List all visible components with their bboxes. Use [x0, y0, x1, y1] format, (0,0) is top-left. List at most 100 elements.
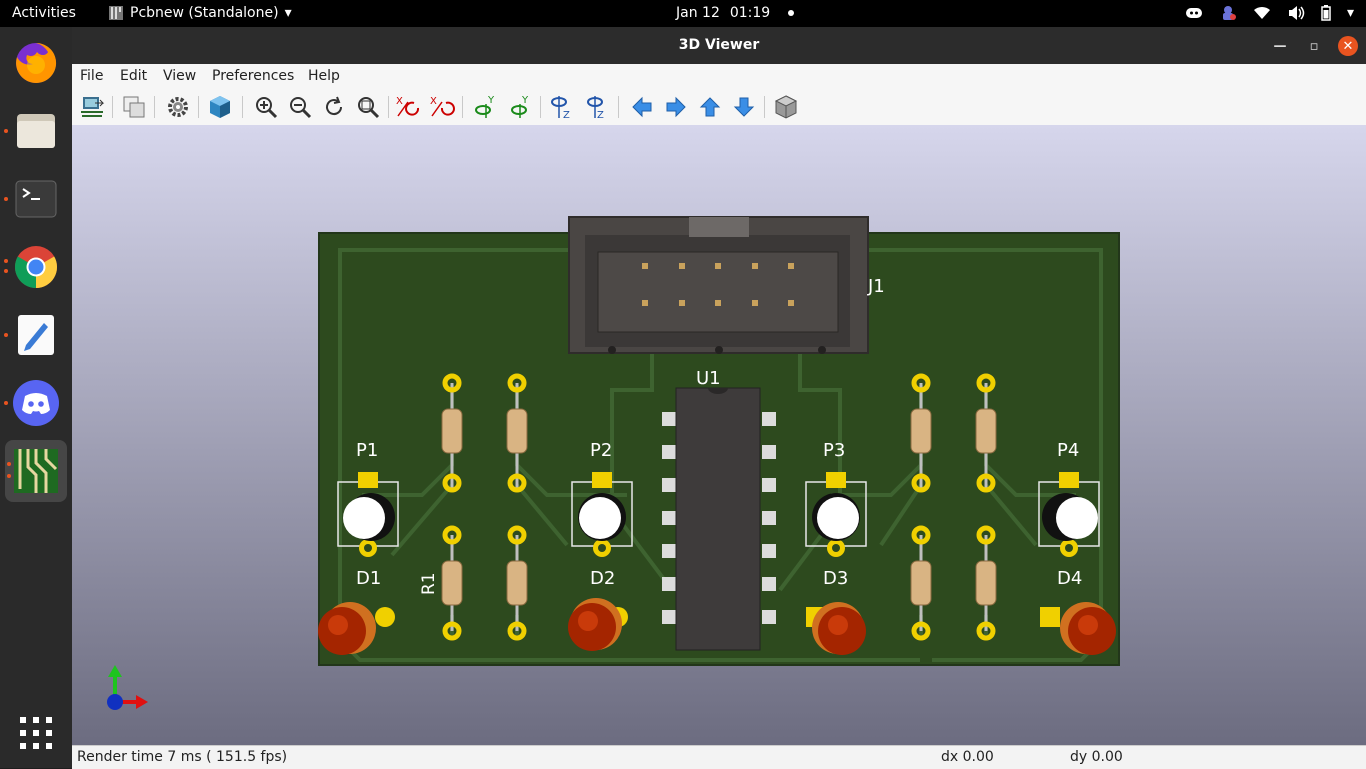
label-d3: D3	[823, 568, 848, 589]
pcbnew-small-icon	[109, 6, 123, 20]
terminal-launcher[interactable]	[4, 171, 64, 227]
toggle-ortho-button[interactable]	[772, 93, 800, 121]
window-title: 3D Viewer	[678, 37, 760, 53]
label-u1: U1	[696, 368, 721, 389]
maximize-button[interactable]: ▫	[1304, 36, 1324, 56]
svg-text:Y: Y	[487, 95, 495, 106]
zoom-in-button[interactable]	[252, 93, 280, 121]
reload-board-icon	[81, 97, 105, 117]
dx-readout: dx 0.00	[941, 749, 994, 765]
pcb-render: J1 U1 R1 P1 P2 P3 P4 D1 D2 D3 D4	[107, 216, 1120, 710]
system-tray[interactable]: ▾	[1185, 4, 1354, 22]
menu-help[interactable]: Help	[308, 68, 340, 84]
date: Jan 12	[676, 5, 720, 21]
wifi-icon	[1253, 6, 1270, 19]
clock[interactable]: Jan 12 01:19	[676, 5, 795, 21]
raytracing-button[interactable]	[206, 93, 234, 121]
teams-tray-icon	[1222, 6, 1236, 20]
label-d2: D2	[590, 568, 615, 589]
3d-canvas[interactable]: J1 U1 R1 P1 P2 P3 P4 D1 D2 D3 D4	[72, 125, 1366, 745]
text-editor-launcher[interactable]	[4, 307, 64, 363]
label-d4: D4	[1057, 568, 1082, 589]
ic-u1	[662, 387, 776, 651]
rotate-z-cw-icon: Z	[551, 96, 570, 120]
svg-text:Z: Z	[563, 110, 570, 120]
settings-button[interactable]	[164, 93, 192, 121]
svg-text:Y: Y	[521, 95, 529, 106]
close-button[interactable]: ✕	[1338, 36, 1358, 56]
volume-icon	[1288, 6, 1305, 20]
status-bar: Render time 7 ms ( 151.5 fps) dx 0.00 dy…	[72, 745, 1366, 769]
ortho-cube-icon	[774, 95, 798, 119]
files-icon	[17, 114, 55, 148]
app-name: Pcbnew (Standalone)	[130, 5, 279, 21]
zoom-fit-button[interactable]	[354, 93, 382, 121]
rotate-x-cw-button[interactable]: X	[394, 93, 422, 121]
title-bar[interactable]: 3D Viewer — ▫ ✕	[72, 27, 1366, 64]
battery-icon	[1321, 5, 1331, 21]
move-left-button[interactable]	[628, 93, 656, 121]
copy-icon	[123, 96, 145, 118]
running-indicator	[4, 269, 8, 273]
toolbar: X X Y Y Z Z	[72, 89, 1366, 126]
arrow-down-icon	[733, 97, 755, 117]
menu-preferences[interactable]: Preferences	[212, 68, 294, 84]
running-indicator	[4, 129, 8, 133]
rotate-x-cw-icon: X	[396, 96, 420, 117]
discord-launcher[interactable]	[4, 375, 64, 431]
connector-j1	[568, 216, 869, 354]
zoom-in-icon	[256, 97, 278, 119]
menu-edit[interactable]: Edit	[120, 68, 147, 84]
svg-text:X: X	[430, 96, 437, 107]
rotate-y-ccw-button[interactable]: Y	[506, 93, 534, 121]
svg-text:X: X	[396, 96, 403, 107]
move-right-button[interactable]	[662, 93, 690, 121]
reload-board-button[interactable]	[78, 93, 106, 121]
running-indicator	[4, 333, 8, 337]
rotate-y-cw-button[interactable]: Y	[472, 93, 500, 121]
label-p4: P4	[1057, 440, 1079, 461]
chrome-icon	[14, 246, 58, 288]
chrome-launcher[interactable]	[4, 239, 64, 295]
discord-tray-icon	[1185, 8, 1202, 18]
rotate-x-ccw-button[interactable]: X	[428, 93, 456, 121]
app-menu[interactable]: Pcbnew (Standalone) ▾	[108, 5, 292, 21]
label-p1: P1	[356, 440, 378, 461]
axis-gizmo	[107, 665, 148, 710]
rotate-z-cw-button[interactable]: Z	[548, 93, 576, 121]
label-p2: P2	[590, 440, 612, 461]
move-down-button[interactable]	[730, 93, 758, 121]
copy-image-button[interactable]	[120, 93, 148, 121]
files-launcher[interactable]	[4, 103, 64, 159]
time: 01:19	[729, 5, 771, 21]
rotate-x-ccw-icon: X	[430, 96, 455, 117]
pcbnew-launcher[interactable]	[5, 440, 67, 502]
minimize-button[interactable]: —	[1270, 36, 1290, 56]
move-up-button[interactable]	[696, 93, 724, 121]
terminal-icon	[15, 180, 57, 218]
label-d1: D1	[356, 568, 381, 589]
zoom-out-icon	[290, 97, 312, 119]
running-indicator	[7, 474, 11, 478]
running-indicator	[4, 401, 8, 405]
chevron-down-icon: ▾	[1346, 5, 1354, 21]
label-p3: P3	[823, 440, 845, 461]
menu-file[interactable]: File	[80, 68, 103, 84]
menu-view[interactable]: View	[163, 68, 196, 84]
show-apps-button[interactable]	[8, 705, 64, 761]
dy-readout: dy 0.00	[1070, 749, 1123, 765]
refresh-icon	[326, 96, 343, 116]
firefox-launcher[interactable]	[8, 35, 64, 91]
discord-icon	[13, 380, 59, 426]
arrow-right-icon	[666, 96, 686, 118]
text-editor-icon	[18, 315, 54, 355]
cube-icon	[210, 96, 230, 118]
firefox-icon	[16, 42, 57, 83]
pcbnew-icon	[14, 449, 58, 493]
activities-button[interactable]: Activities	[12, 5, 76, 21]
redraw-button[interactable]	[320, 93, 348, 121]
rotate-z-ccw-button[interactable]: Z	[582, 93, 610, 121]
running-indicator	[7, 462, 11, 466]
zoom-out-button[interactable]	[286, 93, 314, 121]
chevron-down-icon: ▾	[284, 5, 292, 21]
